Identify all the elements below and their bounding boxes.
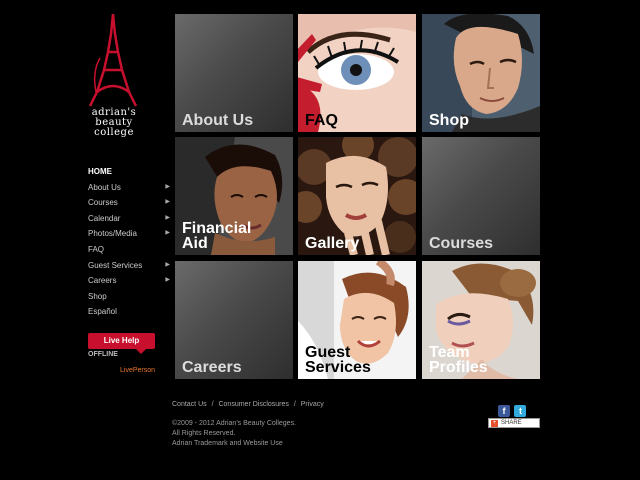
tile-faq[interactable]: FAQ [298, 14, 416, 132]
tile-team-profiles[interactable]: Team Profiles [422, 261, 540, 379]
nav-item-photos-media[interactable]: Photos/Media ▶ [88, 226, 170, 242]
tile-label: Courses [429, 235, 494, 252]
nav-item-shop[interactable]: Shop [88, 289, 170, 305]
copyright-line: All Rights Reserved. [172, 430, 236, 437]
tile-about-us[interactable]: About Us [175, 14, 293, 132]
chevron-right-icon: ▶ [165, 199, 170, 206]
nav-item-faq[interactable]: FAQ [88, 242, 170, 258]
tile-careers[interactable]: Careers [175, 261, 293, 379]
nav-item-label: Photos/Media [88, 229, 137, 239]
main-nav: HOME About Us ▶ Courses ▶ Calendar ▶ Photos… [88, 164, 170, 320]
footer-separator: / [211, 401, 214, 408]
nav-item-label: HOME [88, 167, 112, 176]
social-icons: f t [498, 401, 527, 419]
brand-name: adrian's beauty college [84, 108, 144, 138]
nav-item-calendar[interactable]: Calendar ▶ [88, 211, 170, 227]
live-help-status: OFFLINE [88, 351, 118, 358]
nav-item-home[interactable]: HOME [88, 164, 170, 180]
nav-item-label: About Us [88, 182, 121, 192]
footer-links: Contact Us / Consumer Disclosures / Priv… [172, 401, 324, 408]
footer-separator: / [293, 401, 296, 408]
share-label: SHARE [501, 420, 522, 426]
trademark-link[interactable]: Adrian Trademark and Website Use [172, 439, 296, 449]
footer-link-privacy[interactable]: Privacy [301, 401, 324, 408]
tile-label: About Us [182, 112, 254, 129]
tile-label: Guest Services [305, 344, 371, 376]
chevron-right-icon: ▶ [165, 214, 170, 221]
chevron-right-icon: ▶ [165, 183, 170, 190]
nav-item-label: Shop [88, 291, 107, 301]
nav-item-label: Guest Services [88, 260, 143, 270]
chevron-right-icon: ▶ [165, 261, 170, 268]
liveperson-link[interactable]: LivePerson [120, 367, 155, 374]
chevron-right-icon: ▶ [165, 230, 170, 237]
plus-icon: + [491, 420, 498, 427]
nav-item-label: Courses [88, 198, 118, 208]
tile-courses[interactable]: Courses [422, 137, 540, 255]
facebook-icon[interactable]: f [498, 405, 510, 417]
tile-shop[interactable]: Shop [422, 14, 540, 132]
nav-item-courses[interactable]: Courses ▶ [88, 195, 170, 211]
nav-item-careers[interactable]: Careers ▶ [88, 273, 170, 289]
brand-line: college [94, 127, 134, 138]
nav-item-about-us[interactable]: About Us ▶ [88, 180, 170, 196]
nav-item-label: FAQ [88, 244, 105, 254]
tile-financial-aid[interactable]: Financial Aid [175, 137, 293, 255]
footer-link-consumer-disclosures[interactable]: Consumer Disclosures [218, 401, 288, 408]
tile-guest-services[interactable]: Guest Services [298, 261, 416, 379]
tile-label: Team Profiles [429, 344, 488, 376]
tile-label: Careers [182, 359, 242, 376]
copyright-line: ©2009 - 2012 Adrian's Beauty Colleges. [172, 420, 297, 427]
live-help-button[interactable]: Live Help [88, 333, 155, 354]
tile-gallery[interactable]: Gallery [298, 137, 416, 255]
logo[interactable]: adrian's beauty college [84, 12, 144, 148]
eiffel-tower-icon [88, 13, 138, 107]
nav-item-label: Calendar [88, 213, 121, 223]
nav-item-guest-services[interactable]: Guest Services ▶ [88, 258, 170, 274]
tile-label: FAQ [305, 112, 338, 129]
chevron-right-icon: ▶ [165, 277, 170, 284]
tile-label: Financial Aid [182, 220, 252, 252]
copyright: ©2009 - 2012 Adrian's Beauty Colleges. A… [172, 419, 296, 449]
nav-item-label: Español [88, 307, 117, 317]
tile-label: Gallery [305, 235, 360, 252]
nav-item-label: Careers [88, 276, 117, 286]
share-button[interactable]: + SHARE [488, 418, 540, 428]
nav-item-espanol[interactable]: Español [88, 304, 170, 320]
twitter-icon[interactable]: t [514, 405, 527, 417]
footer-link-contact-us[interactable]: Contact Us [172, 401, 207, 408]
tile-label: Shop [429, 112, 469, 129]
